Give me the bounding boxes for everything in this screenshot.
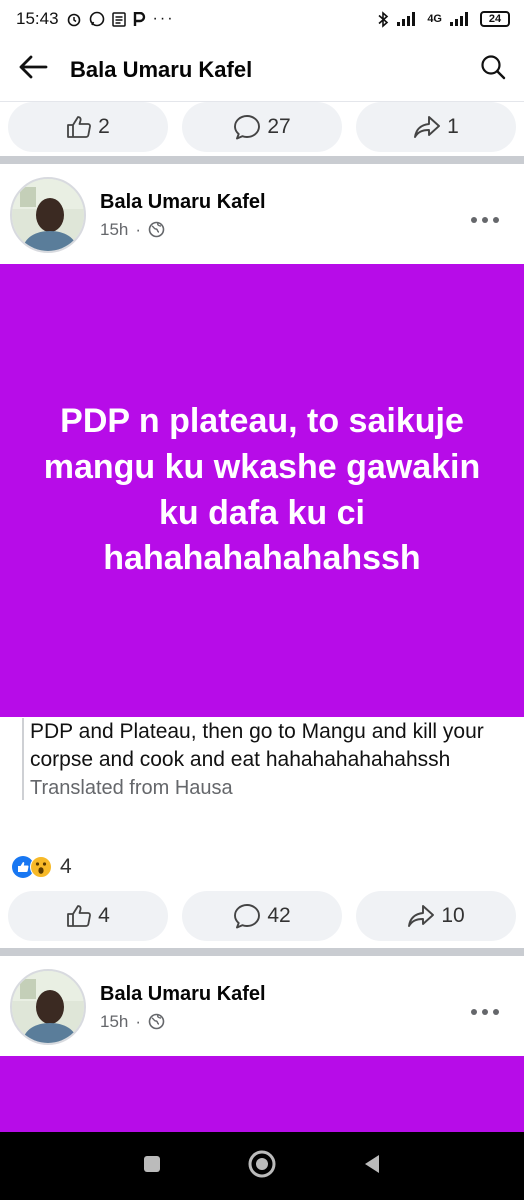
more-icon (471, 1009, 499, 1015)
globe-icon (148, 1013, 165, 1030)
reaction-summary[interactable]: 4 (12, 855, 72, 879)
bluetooth-icon (378, 10, 389, 28)
reaction-count: 4 (60, 855, 72, 878)
post-translation: PDP and Plateau, then go to Mangu and ki… (22, 718, 512, 800)
post-body-text: PDP n plateau, to saikuje mangu ku wkash… (43, 401, 481, 578)
home-button[interactable] (247, 1149, 277, 1184)
meta-separator: · (135, 1011, 142, 1031)
status-time: 15:43 (16, 9, 59, 28)
share-button[interactable]: 10 (356, 891, 516, 941)
comment-icon (234, 115, 261, 140)
meta-separator: · (135, 219, 142, 239)
more-options-button[interactable] (470, 202, 500, 228)
back-button[interactable] (18, 55, 48, 84)
comment-button[interactable]: 27 (182, 102, 342, 152)
search-icon (481, 55, 506, 80)
share-count: 10 (441, 904, 465, 927)
post-actions: 4 42 10 (0, 891, 524, 941)
alarm-icon (67, 13, 80, 27)
notes-icon (111, 11, 126, 27)
post-author[interactable]: Bala Umaru Kafel (100, 983, 266, 1006)
previous-post-actions: 2 27 1 (0, 102, 524, 152)
post-header: Bala Umaru Kafel 15h · (0, 170, 524, 260)
share-button[interactable]: 1 (356, 102, 516, 152)
system-nav-bar (0, 1132, 524, 1200)
share-icon (414, 116, 441, 138)
wow-reaction-icon (30, 856, 52, 878)
square-icon (144, 1155, 161, 1172)
post-divider (0, 948, 524, 956)
more-options-button[interactable] (470, 994, 500, 1020)
p-app-icon (133, 11, 145, 26)
comment-icon (234, 904, 261, 929)
app-header: Bala Umaru Kafel (0, 38, 524, 102)
comment-count: 42 (267, 904, 291, 927)
signal-icon (397, 12, 416, 26)
post-time[interactable]: 15h (100, 1012, 128, 1032)
like-button[interactable]: 4 (8, 891, 168, 941)
comment-count: 27 (267, 115, 291, 138)
page-title: Bala Umaru Kafel (70, 56, 253, 82)
back-nav-button[interactable] (362, 1153, 382, 1180)
search-button[interactable] (480, 54, 506, 85)
like-icon (67, 116, 92, 138)
battery-indicator: 24 (480, 11, 510, 27)
share-icon (408, 905, 435, 927)
home-circle-icon (248, 1150, 276, 1177)
like-icon (67, 905, 92, 927)
back-arrow-icon (19, 55, 48, 79)
translated-from-label[interactable]: Translated from Hausa (30, 777, 512, 800)
recent-apps-button[interactable] (142, 1154, 162, 1179)
like-count: 4 (98, 904, 110, 927)
post-author[interactable]: Bala Umaru Kafel (100, 191, 266, 214)
avatar[interactable] (10, 177, 86, 253)
post-time[interactable]: 15h (100, 220, 128, 240)
like-button[interactable]: 2 (8, 102, 168, 152)
whatsapp-icon (89, 11, 104, 27)
avatar[interactable] (10, 969, 86, 1045)
post-colored-body: PDP n plateau, to saikuje mangu ku wkash… (0, 264, 524, 717)
status-bar: 15:43 ··· 4G 24 (0, 0, 524, 38)
post-divider (0, 156, 524, 164)
share-count: 1 (447, 115, 459, 138)
more-notifications-icon: ··· (152, 10, 175, 27)
globe-icon (148, 221, 165, 238)
triangle-back-icon (364, 1154, 379, 1173)
comment-button[interactable]: 42 (182, 891, 342, 941)
translated-text: PDP and Plateau, then go to Mangu and ki… (30, 720, 484, 772)
more-icon (471, 217, 499, 223)
signal-icon-2 (450, 12, 468, 26)
post-header: Bala Umaru Kafel 15h · (0, 962, 524, 1052)
like-count: 2 (98, 115, 110, 138)
network-type: 4G (427, 13, 442, 25)
post-colored-body (0, 1056, 524, 1132)
